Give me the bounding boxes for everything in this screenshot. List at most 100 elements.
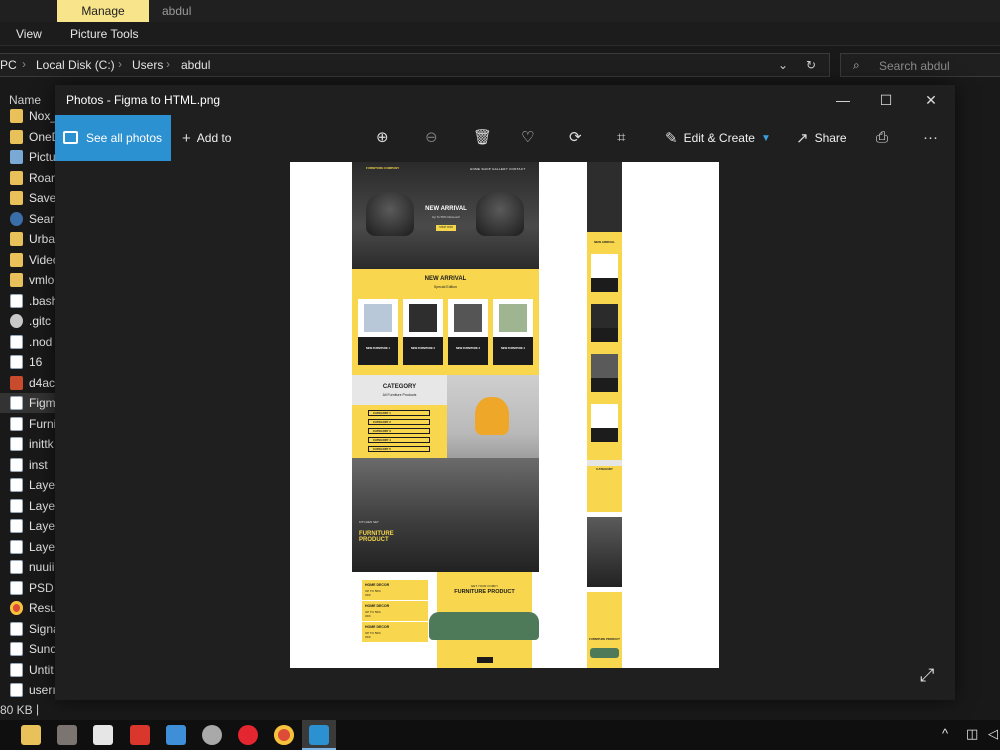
file-item[interactable]: .bash — [0, 291, 56, 311]
explorer-title-strip: Manage abdul — [0, 0, 1000, 22]
rotate-icon[interactable]: ⟳ — [569, 128, 582, 148]
file-item[interactable]: Layer — [0, 516, 56, 536]
breadcrumb-abdul[interactable]: abdul — [181, 58, 210, 72]
delete-icon[interactable]: 🗑 — [473, 128, 492, 148]
mobile-card — [591, 354, 618, 378]
file-label: OneD — [29, 129, 56, 144]
file-item[interactable]: Layer — [0, 496, 56, 516]
file-label: Layer — [29, 519, 56, 533]
file-item[interactable]: PSD t — [0, 578, 56, 598]
chrome-icon[interactable] — [274, 725, 294, 745]
close-icon[interactable]: ✕ — [916, 90, 946, 110]
decor-promo: UP TO 50% OFF — [365, 589, 381, 597]
file-item[interactable]: Layer — [0, 475, 56, 495]
file-item[interactable]: vmlo — [0, 270, 56, 290]
paint-icon[interactable] — [202, 725, 222, 745]
file-item[interactable]: Pictu — [0, 147, 56, 167]
file-item[interactable]: Resu — [0, 598, 56, 618]
file-item[interactable]: Untit — [0, 660, 56, 680]
tray-chevron-icon[interactable]: ^ — [942, 726, 948, 741]
image-canvas[interactable]: FURNITURE COMPANY HOME SHOP GALLERY CONT… — [290, 162, 719, 668]
card-label: NEW FURNITURE 4 — [501, 347, 525, 350]
file-item[interactable]: Figm — [0, 393, 56, 413]
print-icon[interactable]: ⎙ — [876, 128, 888, 148]
file-item[interactable]: Sund — [0, 639, 56, 659]
zoom-out-icon[interactable]: ⊖ — [425, 128, 438, 148]
photos-app-icon[interactable] — [309, 725, 329, 745]
file-item[interactable]: d4ac — [0, 373, 56, 393]
column-header-name[interactable]: Name — [9, 93, 41, 107]
file-item[interactable]: Urba — [0, 229, 56, 249]
tab-view[interactable]: View — [16, 27, 42, 41]
edit-create-label: Edit & Create — [683, 131, 755, 145]
file-list: Name Nox_ OneD Pictu Roan Save Searc Urba Video… — [0, 88, 56, 700]
office-icon[interactable] — [130, 725, 150, 745]
taskbar: ^ ◫ ◁ — [0, 720, 1000, 750]
favorite-heart-icon[interactable]: ♡ — [521, 128, 534, 148]
file-item[interactable]: Nox_ — [0, 106, 56, 126]
history-dropdown-icon[interactable]: ⌄ — [778, 58, 788, 72]
breadcrumb-local-disk[interactable]: Local Disk (C:) — [36, 58, 115, 72]
fullscreen-expand-icon[interactable]: ⤢ — [920, 665, 934, 686]
decor-item: HOME DECOR UP TO 50% OFF — [362, 622, 428, 642]
tray-volume-icon[interactable]: ◁ — [988, 726, 998, 742]
maximize-icon[interactable]: ☐ — [871, 90, 901, 110]
zoom-in-icon[interactable]: ⊕ — [376, 128, 389, 148]
category-subtitle: All Furniture Products — [382, 393, 417, 397]
file-item[interactable]: .gitc — [0, 311, 56, 331]
tab-picture-tools[interactable]: Picture Tools — [70, 27, 138, 41]
mobile-featured: FURNITURE PRODUCT — [587, 634, 622, 668]
add-to-button[interactable]: + Add to — [182, 128, 231, 148]
decor-title: HOME DECOR — [365, 604, 390, 608]
mobile-card-footer — [591, 328, 618, 342]
doc-file-icon — [10, 683, 23, 697]
file-label: Untit — [29, 662, 54, 677]
file-item[interactable]: userı — [0, 680, 56, 700]
product-card: NEW FURNITURE 2 — [403, 299, 443, 365]
file-label: Furni — [29, 416, 56, 431]
folder-file-icon — [10, 191, 23, 205]
file-item[interactable]: OneD — [0, 127, 56, 147]
file-explorer-icon[interactable] — [21, 725, 41, 745]
file-label: inst — [29, 457, 48, 472]
mobile-card-footer — [591, 378, 618, 392]
file-item[interactable]: inst — [0, 455, 56, 475]
file-label: Layer — [29, 498, 56, 513]
mail-icon[interactable] — [166, 725, 186, 745]
minimize-icon[interactable]: — — [828, 90, 858, 110]
file-item[interactable]: Save — [0, 188, 56, 208]
hero-subtitle: Up To 50% Discount! — [432, 215, 460, 219]
breadcrumb-users[interactable]: Users — [132, 58, 163, 72]
share-button[interactable]: ↗ Share — [796, 128, 847, 148]
breadcrumb-pc[interactable]: PC — [0, 58, 17, 72]
file-item[interactable]: inittk — [0, 434, 56, 454]
refresh-icon[interactable]: ↻ — [806, 58, 816, 72]
file-item[interactable]: Furni — [0, 414, 56, 434]
search-placeholder: Search abdul — [879, 59, 950, 73]
file-item[interactable]: Layer — [0, 537, 56, 557]
opera-icon[interactable] — [238, 725, 258, 745]
address-bar[interactable]: PC › Local Disk (C:) › Users › abdul ⌄ ↻ — [0, 53, 830, 77]
app-icon[interactable] — [57, 725, 77, 745]
tray-network-icon[interactable]: ◫ — [966, 726, 978, 742]
manage-tab[interactable]: Manage — [57, 0, 149, 22]
doc-file-icon — [10, 416, 23, 431]
file-item[interactable]: Roan — [0, 168, 56, 188]
file-item[interactable]: 16 — [0, 352, 56, 372]
file-label: .bash — [29, 293, 56, 308]
more-options-button[interactable]: ··· — [923, 128, 938, 148]
hero-title: NEW ARRIVAL — [425, 206, 467, 212]
edit-create-button[interactable]: ✎ Edit & Create ▼ — [665, 128, 771, 148]
file-item[interactable]: Searc — [0, 209, 56, 229]
crop-icon[interactable]: ⌗ — [617, 128, 625, 148]
search-input[interactable]: ⌕ Search abdul — [840, 53, 1000, 77]
file-item[interactable]: Signa — [0, 619, 56, 639]
store-icon[interactable] — [93, 725, 113, 745]
armchair-photo — [447, 375, 539, 458]
see-all-photos-button[interactable]: See all photos — [55, 115, 171, 161]
file-item[interactable]: .nod — [0, 332, 56, 352]
category-item: CATEGORY 1 — [368, 410, 430, 416]
desktop-design-preview: FURNITURE COMPANY HOME SHOP GALLERY CONT… — [352, 162, 539, 668]
file-item[interactable]: Video — [0, 250, 56, 270]
file-item[interactable]: nuuii — [0, 557, 56, 577]
